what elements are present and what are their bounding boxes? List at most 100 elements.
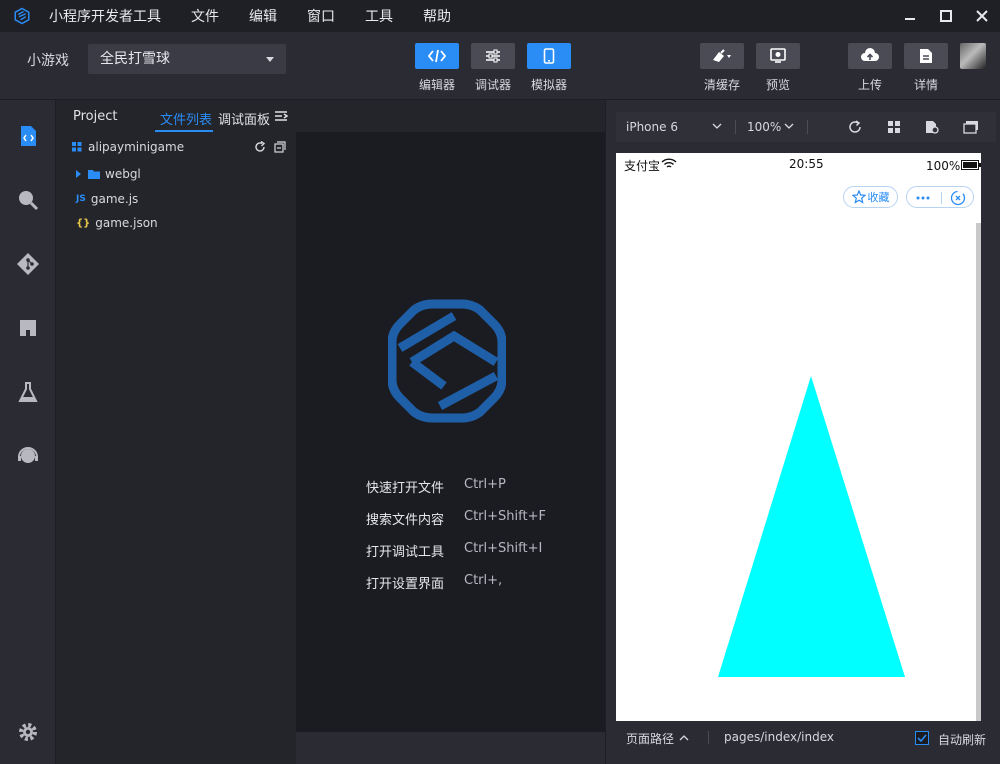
- simulator-toolbar: iPhone 6 100%: [616, 112, 996, 142]
- search-icon[interactable]: [16, 188, 40, 212]
- tree-root[interactable]: alipayminigame: [56, 136, 296, 158]
- flask-icon[interactable]: [16, 380, 40, 404]
- refresh-icon[interactable]: [254, 141, 266, 153]
- preview-button[interactable]: [756, 43, 800, 69]
- active-tab-indicator: [155, 130, 213, 132]
- chevron-right-icon: [76, 170, 81, 178]
- minimize-icon: [905, 18, 915, 20]
- menu-file[interactable]: 文件: [191, 6, 219, 26]
- divider: [708, 731, 709, 744]
- shortcut-keys: Ctrl+Shift+I: [464, 541, 543, 556]
- tab-project[interactable]: Project: [73, 109, 117, 124]
- store-icon[interactable]: [16, 316, 40, 340]
- details-label: 详情: [913, 78, 938, 92]
- tree-item-label: game.js: [90, 192, 139, 206]
- tree-item-label: game.json: [95, 216, 158, 230]
- chevron-down-icon: [266, 57, 274, 62]
- menu-tools[interactable]: 工具: [365, 6, 393, 26]
- tree-item-game-js[interactable]: JS game.js: [56, 188, 296, 210]
- editor-toggle-button[interactable]: [415, 43, 459, 69]
- editor-toggle-label: 编辑器: [418, 78, 455, 92]
- shortcut-label: 打开设置界面: [366, 577, 445, 592]
- code-icon: [428, 49, 446, 63]
- windows-icon[interactable]: [963, 120, 979, 134]
- page-path-label: 页面路径: [626, 732, 675, 746]
- tab-file-list[interactable]: 文件列表: [160, 109, 212, 128]
- upload-label: 上传: [857, 78, 882, 92]
- app-name: 小程序开发者工具: [49, 9, 161, 25]
- shortcut-label: 打开调试工具: [366, 545, 445, 560]
- tab-debug-panel[interactable]: 调试面板: [218, 109, 270, 128]
- cloud-upload-icon: [861, 48, 879, 61]
- auto-refresh-label: 自动刷新: [938, 733, 987, 747]
- preview-icon: [770, 48, 786, 63]
- preview-label: 预览: [765, 78, 790, 92]
- main-toolbar: 小游戏 全民打雪球 编辑器 调试器 模拟器 清缓存 预览 上传 详情: [0, 32, 1000, 100]
- clear-cache-button[interactable]: [700, 43, 744, 69]
- clear-cache-label: 清缓存: [703, 78, 740, 92]
- shortcut-keys: Ctrl+Shift+F: [464, 509, 546, 524]
- tree-item-webgl[interactable]: webgl: [56, 163, 296, 185]
- grid-layout-icon[interactable]: [887, 120, 901, 134]
- minimize-button[interactable]: [892, 0, 928, 32]
- tree-item-game-json[interactable]: {} game.json: [56, 212, 296, 234]
- triangle-shape: [718, 376, 905, 677]
- menu-help[interactable]: 帮助: [423, 6, 451, 26]
- activity-bar: [0, 100, 56, 764]
- folder-icon: [88, 170, 100, 179]
- divider: [735, 120, 736, 134]
- phone-icon: [543, 48, 555, 64]
- chevron-up-icon[interactable]: [679, 734, 689, 741]
- sliders-icon: [486, 49, 500, 63]
- menu-bar: 小程序开发者工具 文件 编辑 窗口 工具 帮助: [49, 6, 481, 26]
- document-icon: [920, 49, 932, 63]
- title-bar: 小程序开发者工具 文件 编辑 窗口 工具 帮助: [0, 0, 1000, 32]
- collapse-all-icon[interactable]: [274, 141, 286, 153]
- support-headset-icon[interactable]: [16, 444, 40, 468]
- chevron-down-icon[interactable]: [712, 123, 722, 130]
- file-code-icon[interactable]: [16, 124, 40, 148]
- app-logo-icon: [14, 7, 30, 25]
- game-canvas[interactable]: [616, 153, 981, 721]
- auto-refresh-checkbox[interactable]: [915, 731, 929, 745]
- broom-icon: [713, 49, 731, 62]
- close-button[interactable]: [964, 0, 1000, 32]
- grid-icon: [72, 142, 82, 152]
- js-file-icon: JS: [76, 194, 86, 204]
- editor-tab-strip: [296, 100, 605, 132]
- tree-item-label: webgl: [105, 167, 141, 181]
- divider: [807, 120, 808, 134]
- welcome-logo-icon: [388, 299, 506, 423]
- chevron-down-icon[interactable]: [784, 123, 794, 130]
- close-icon: [976, 10, 988, 22]
- git-icon[interactable]: [16, 252, 40, 276]
- simulator-toggle-label: 模拟器: [530, 78, 567, 92]
- simulator-toggle-button[interactable]: [527, 43, 571, 69]
- project-name: 全民打雪球: [100, 51, 170, 67]
- simulator-screen[interactable]: 支付宝 20:55 100% 收藏: [616, 153, 981, 721]
- page-settings-icon[interactable]: [925, 120, 939, 134]
- mode-label: 小游戏: [27, 53, 69, 69]
- avatar[interactable]: [960, 43, 986, 69]
- collapse-panel-icon[interactable]: [274, 110, 288, 122]
- file-explorer: Project 文件列表 调试面板 alipayminigame webgl J…: [56, 100, 296, 764]
- shortcut-keys: Ctrl+,: [464, 573, 503, 588]
- explorer-tabs: Project 文件列表 调试面板: [56, 100, 296, 132]
- zoom-select[interactable]: 100%: [747, 120, 781, 134]
- details-button[interactable]: [904, 43, 948, 69]
- scrollbar[interactable]: [976, 223, 981, 721]
- simulator-footer: 页面路径 pages/index/index 自动刷新: [616, 721, 996, 754]
- upload-button[interactable]: [848, 43, 892, 69]
- shortcut-label: 快速打开文件: [366, 481, 445, 496]
- gear-icon[interactable]: [16, 720, 40, 744]
- menu-edit[interactable]: 编辑: [249, 6, 277, 26]
- root-folder-name: alipayminigame: [88, 140, 185, 154]
- shortcut-label: 搜索文件内容: [366, 513, 445, 528]
- project-select[interactable]: 全民打雪球: [88, 44, 286, 74]
- device-select[interactable]: iPhone 6: [626, 120, 678, 134]
- menu-window[interactable]: 窗口: [307, 6, 335, 26]
- debugger-toggle-button[interactable]: [471, 43, 515, 69]
- refresh-icon[interactable]: [848, 120, 862, 134]
- editor-welcome: 快速打开文件 Ctrl+P 搜索文件内容 Ctrl+Shift+F 打开调试工具…: [296, 132, 605, 732]
- maximize-button[interactable]: [928, 0, 964, 32]
